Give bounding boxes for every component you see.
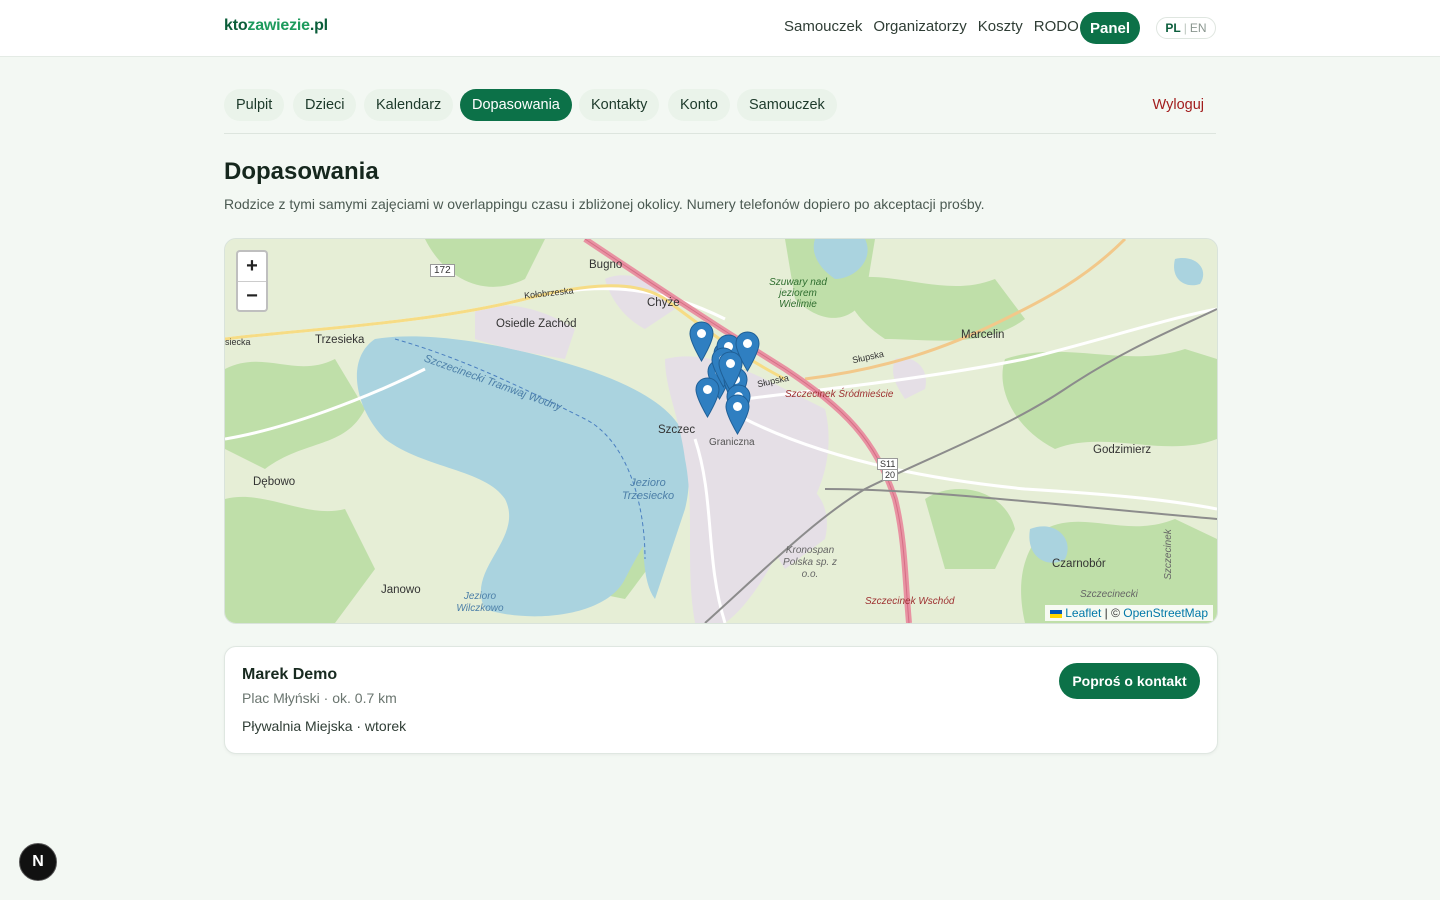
zoom-in-button[interactable]: +: [238, 252, 266, 281]
zoom-out-button[interactable]: −: [238, 281, 266, 311]
request-contact-button[interactable]: Poproś o kontakt: [1059, 663, 1200, 699]
map-label-jezioro-wilczkowo: Jezioro Wilczkowo: [456, 591, 504, 614]
nav-link-koszty[interactable]: Koszty: [978, 18, 1023, 35]
tab-samouczek[interactable]: Samouczek: [737, 89, 837, 121]
tab-dopasowania[interactable]: Dopasowania: [460, 89, 572, 121]
map-label-bugno: Bugno: [589, 259, 623, 271]
lang-separator: |: [1183, 21, 1187, 35]
map-label-wschod: Szczecinek Wschód: [865, 596, 955, 607]
logout-link[interactable]: Wyloguj: [1153, 89, 1204, 121]
matches-map[interactable]: Bugno Chyże Osiedle Zachód Trzesieka Mar…: [224, 238, 1218, 624]
ukraine-flag-icon: [1050, 609, 1063, 618]
tab-dzieci[interactable]: Dzieci: [293, 89, 357, 121]
map-label-szczec: Szczec: [658, 424, 696, 436]
map-label-graniczna: Granicznа: [709, 437, 755, 448]
map-label-czarnobor: Czarnobór: [1052, 558, 1106, 570]
map-label-chyze: Chyże: [647, 297, 680, 309]
next-dev-badge[interactable]: N: [19, 843, 57, 881]
page-title: Dopasowania: [224, 158, 379, 185]
map-label-szczecinecki: Szczecinecki: [1080, 589, 1138, 600]
map-label-godzimierz: Godzimierz: [1093, 444, 1152, 456]
match-activity: Pływalnia Miejska · wtorek: [242, 718, 407, 734]
tab-kontakty[interactable]: Kontakty: [579, 89, 660, 121]
tab-konto[interactable]: Konto: [668, 89, 730, 121]
logo[interactable]: ktozawiezie.pl: [224, 17, 328, 35]
map-label-janowo: Janowo: [381, 584, 421, 596]
nav-link-organizatorzy[interactable]: Organizatorzy: [873, 18, 966, 35]
map-label-trzesieka: Trzesieka: [315, 334, 365, 346]
logo-part-3: .pl: [309, 17, 328, 34]
map-label-srodmiescie: Szczecinek Śródmieście: [785, 389, 894, 400]
map-label-jezioro-trzesiecko: Jezioro Trzesiecko: [621, 477, 675, 502]
logo-part-2: zawiezie: [247, 17, 310, 34]
map-label-szuwary: Szuwary nad jeziorem Wielimie: [769, 277, 827, 310]
map-marker-icon[interactable]: [695, 377, 720, 418]
attr-copyright: ©: [1111, 606, 1120, 620]
map-label-marcelin: Marcelin: [961, 329, 1005, 341]
top-header: ktozawiezie.pl Samouczek Organizatorzy K…: [0, 0, 1440, 57]
panel-tabs: Pulpit Dzieci Kalendarz Dopasowania Kont…: [224, 89, 1216, 134]
tab-pulpit[interactable]: Pulpit: [224, 89, 285, 121]
match-location: Plac Młyński · ok. 0.7 km: [242, 690, 397, 706]
map-label-siecka: siecka: [225, 337, 251, 347]
top-nav: Samouczek Organizatorzy Koszty RODO: [784, 18, 1090, 35]
map-attribution: Leaflet | © OpenStreetMap: [1045, 605, 1213, 621]
zoom-control: + −: [236, 250, 268, 312]
nav-link-rodo[interactable]: RODO: [1034, 18, 1079, 35]
leaflet-link[interactable]: Leaflet: [1065, 606, 1101, 620]
map-label-osiedle: Osiedle Zachód: [496, 318, 577, 330]
tab-kalendarz[interactable]: Kalendarz: [364, 89, 454, 121]
lang-pl[interactable]: PL: [1165, 21, 1180, 35]
map-label-szczecinek-vertical: Szczecinek: [1162, 529, 1174, 580]
match-card: Marek Demo Plac Młyński · ok. 0.7 km Pły…: [224, 646, 1218, 754]
match-name: Marek Demo: [242, 666, 338, 683]
nav-link-samouczek[interactable]: Samouczek: [784, 18, 862, 35]
attr-separator: |: [1104, 606, 1108, 620]
map-label-road-20: 20: [882, 469, 899, 481]
page-subtitle: Rodzice z tymi samymi zajęciami w overla…: [224, 196, 985, 212]
map-label-road-172: 172: [430, 264, 455, 277]
logo-part-1: kto: [224, 17, 248, 34]
map-label-debowo: Dębowo: [253, 476, 296, 488]
panel-button[interactable]: Panel: [1080, 12, 1140, 44]
map-label-kronospan: Kronospan Polska sp. z o.o.: [783, 545, 837, 580]
language-switcher: PL | EN: [1156, 17, 1216, 39]
lang-en[interactable]: EN: [1190, 21, 1207, 35]
map-marker-icon[interactable]: [725, 394, 750, 435]
osm-link[interactable]: OpenStreetMap: [1123, 606, 1208, 620]
